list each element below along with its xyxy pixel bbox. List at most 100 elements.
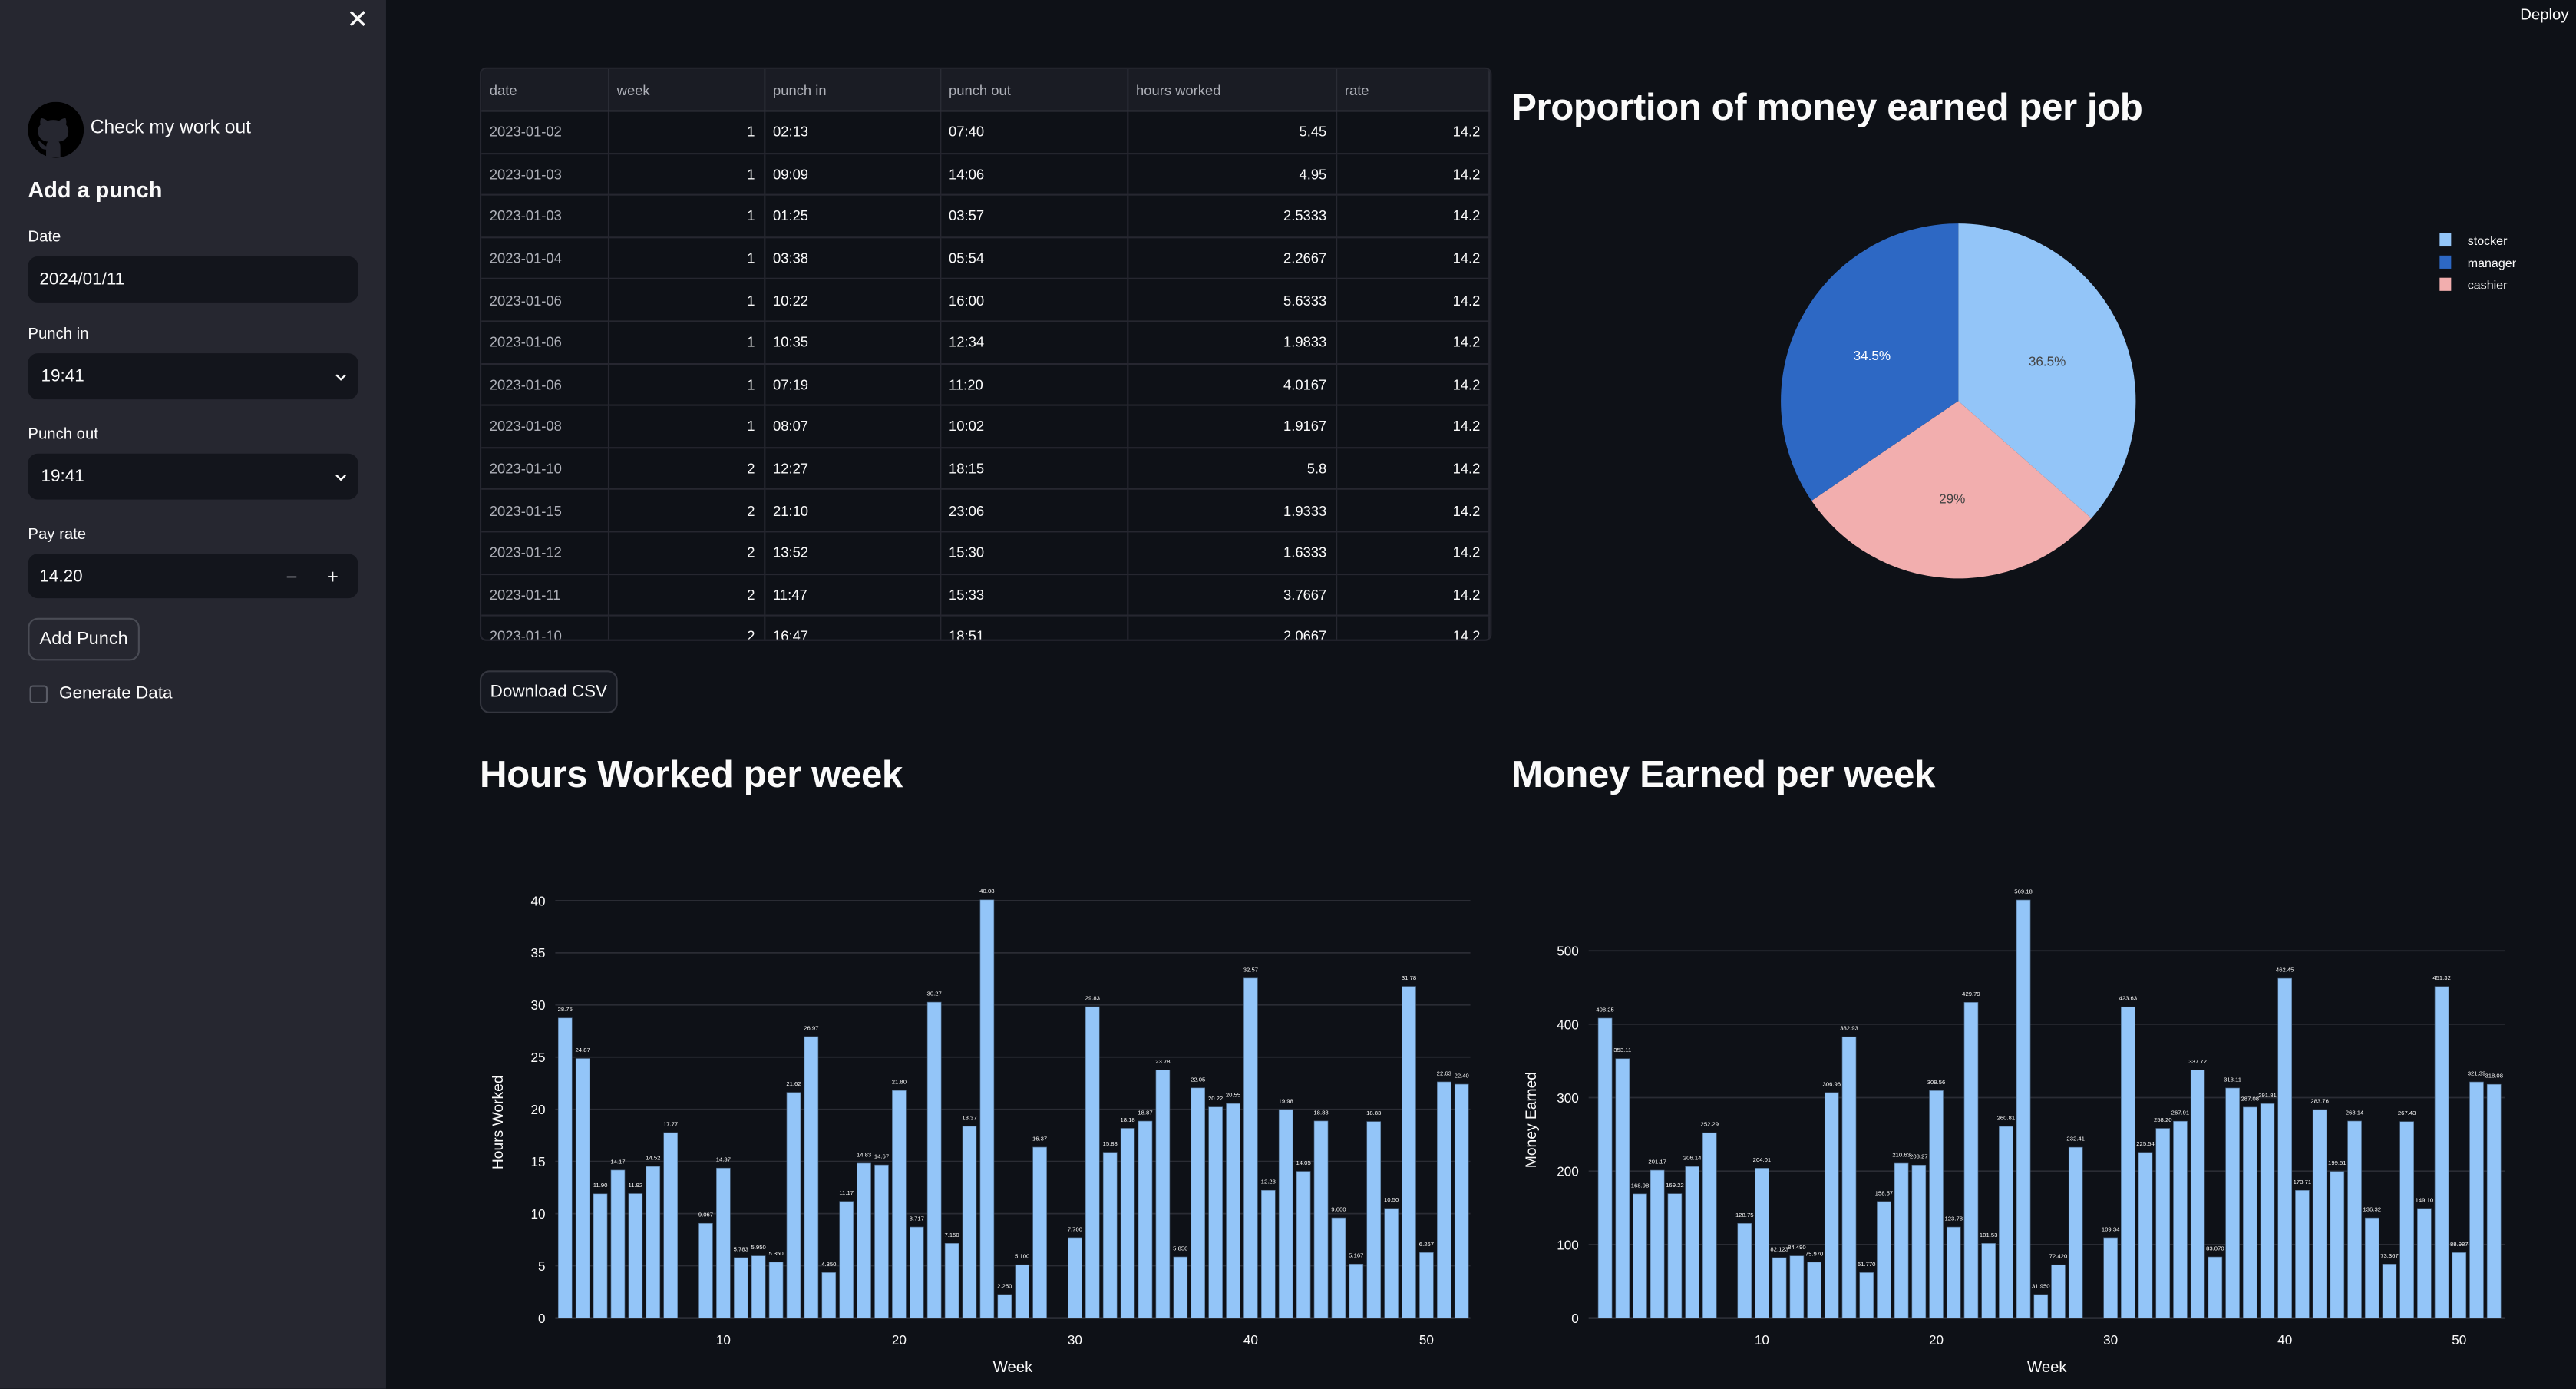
- cell-week[interactable]: 1: [607, 363, 765, 406]
- bar-week-34[interactable]: [2173, 1120, 2188, 1318]
- cell-week[interactable]: 2: [607, 447, 765, 491]
- bar-week-41[interactable]: [2295, 1190, 2310, 1318]
- bar-week-9[interactable]: [1737, 1223, 1752, 1318]
- bar-week-20[interactable]: [1929, 1090, 1944, 1318]
- cell-rate[interactable]: 14.2: [1336, 195, 1491, 238]
- cell-week[interactable]: 2: [607, 615, 765, 640]
- cell-rate[interactable]: 14.2: [1336, 236, 1491, 280]
- bar-week-52[interactable]: [1454, 1083, 1469, 1318]
- bar-week-32[interactable]: [2138, 1152, 2153, 1318]
- column-header-hours-worked[interactable]: hours worked: [1127, 68, 1337, 112]
- cell-punch-out[interactable]: 03:57: [940, 195, 1128, 238]
- bar-week-19[interactable]: [1911, 1164, 1927, 1318]
- bar-week-42[interactable]: [2312, 1109, 2327, 1318]
- bar-week-49[interactable]: [1402, 986, 1416, 1318]
- cell-hours-worked[interactable]: 1.9167: [1127, 405, 1337, 448]
- bar-week-21[interactable]: [909, 1226, 924, 1318]
- bar-week-33[interactable]: [1120, 1128, 1135, 1318]
- bar-week-39[interactable]: [1226, 1103, 1240, 1318]
- cell-hours-worked[interactable]: 5.8: [1127, 447, 1337, 491]
- bar-week-13[interactable]: [1807, 1262, 1821, 1318]
- cell-hours-worked[interactable]: 2.2667: [1127, 236, 1337, 280]
- bar-week-43[interactable]: [2330, 1171, 2345, 1318]
- bar-week-47[interactable]: [2399, 1121, 2414, 1318]
- bar-week-12[interactable]: [751, 1255, 766, 1318]
- cell-date[interactable]: 2023-01-02: [481, 111, 609, 154]
- cell-date[interactable]: 2023-01-03: [481, 195, 609, 238]
- bar-week-47[interactable]: [1366, 1121, 1382, 1318]
- bar-week-14[interactable]: [786, 1092, 801, 1318]
- increment-button[interactable]: +: [327, 564, 339, 587]
- bar-week-13[interactable]: [768, 1262, 784, 1318]
- cell-punch-in[interactable]: 08:07: [764, 405, 941, 448]
- cell-date[interactable]: 2023-01-03: [481, 153, 609, 197]
- cell-punch-out[interactable]: 11:20: [940, 363, 1128, 406]
- bar-week-11[interactable]: [1772, 1257, 1787, 1318]
- bar-week-26[interactable]: [997, 1294, 1012, 1318]
- generate-data-label[interactable]: Generate Data: [59, 683, 172, 703]
- bar-week-17[interactable]: [1877, 1201, 1891, 1318]
- bar-week-9[interactable]: [698, 1222, 713, 1318]
- pay-rate-input[interactable]: 14.20 − +: [28, 554, 358, 599]
- bar-week-25[interactable]: [979, 899, 995, 1318]
- bar-week-7[interactable]: [1702, 1132, 1717, 1318]
- bar-week-38[interactable]: [2242, 1106, 2257, 1318]
- bar-week-35[interactable]: [2190, 1070, 2205, 1318]
- cell-punch-in[interactable]: 09:09: [764, 153, 941, 197]
- bar-week-48[interactable]: [1384, 1208, 1399, 1318]
- bar-week-42[interactable]: [1278, 1109, 1293, 1318]
- cell-date[interactable]: 2023-01-15: [481, 489, 609, 533]
- cell-punch-out[interactable]: 15:33: [940, 574, 1128, 617]
- cell-punch-in[interactable]: 03:38: [764, 236, 941, 280]
- bar-week-36[interactable]: [2208, 1256, 2223, 1318]
- cell-punch-in[interactable]: 12:27: [764, 447, 941, 491]
- cell-date[interactable]: 2023-01-06: [481, 279, 609, 322]
- bar-week-46[interactable]: [2382, 1264, 2397, 1318]
- bar-week-23[interactable]: [944, 1243, 959, 1318]
- column-header-punch-in[interactable]: punch in: [764, 68, 941, 112]
- bar-week-15[interactable]: [804, 1036, 819, 1318]
- bar-week-10[interactable]: [716, 1167, 731, 1318]
- cell-punch-out[interactable]: 05:54: [940, 236, 1128, 280]
- generate-data-checkbox[interactable]: [29, 685, 48, 704]
- cell-punch-out[interactable]: 16:00: [940, 279, 1128, 322]
- cell-rate[interactable]: 14.2: [1336, 447, 1491, 491]
- bar-week-45[interactable]: [2364, 1217, 2379, 1318]
- legend-label-cashier[interactable]: cashier: [2468, 279, 2508, 293]
- bar-week-22[interactable]: [926, 1001, 942, 1318]
- table-row[interactable]: 2023-01-03 1 09:09 14:06 4.95 14.2: [481, 153, 1491, 197]
- cell-date[interactable]: 2023-01-10: [481, 615, 609, 640]
- bar-week-24[interactable]: [1999, 1126, 2013, 1318]
- cell-week[interactable]: 1: [607, 153, 765, 197]
- bar-week-6[interactable]: [1685, 1166, 1699, 1318]
- legend-label-stocker[interactable]: stocker: [2468, 234, 2508, 248]
- legend-label-manager[interactable]: manager: [2468, 256, 2517, 270]
- cell-punch-out[interactable]: 23:06: [940, 489, 1128, 533]
- bar-week-30[interactable]: [1068, 1237, 1082, 1318]
- bar-week-33[interactable]: [2155, 1128, 2171, 1318]
- cell-week[interactable]: 2: [607, 574, 765, 617]
- bar-week-1[interactable]: [1597, 1017, 1613, 1318]
- bar-week-38[interactable]: [1208, 1106, 1223, 1318]
- cell-date[interactable]: 2023-01-08: [481, 405, 609, 448]
- bar-week-14[interactable]: [1824, 1092, 1839, 1318]
- cell-punch-in[interactable]: 21:10: [764, 489, 941, 533]
- bar-week-6[interactable]: [646, 1166, 661, 1318]
- bar-week-4[interactable]: [1650, 1169, 1665, 1318]
- cell-date[interactable]: 2023-01-12: [481, 531, 609, 575]
- table-row[interactable]: 2023-01-06 1 07:19 11:20 4.0167 14.2: [481, 363, 1491, 406]
- bar-week-7[interactable]: [663, 1132, 678, 1318]
- cell-hours-worked[interactable]: 1.9333: [1127, 489, 1337, 533]
- column-header-date[interactable]: date: [481, 68, 609, 112]
- cell-hours-worked[interactable]: 5.45: [1127, 111, 1337, 154]
- bar-week-3[interactable]: [1633, 1193, 1647, 1318]
- bar-week-18[interactable]: [857, 1162, 871, 1318]
- cell-hours-worked[interactable]: 1.9833: [1127, 321, 1337, 365]
- bar-week-44[interactable]: [1313, 1120, 1329, 1318]
- cell-week[interactable]: 1: [607, 279, 765, 322]
- cell-punch-out[interactable]: 15:30: [940, 531, 1128, 575]
- cell-rate[interactable]: 14.2: [1336, 405, 1491, 448]
- bar-week-17[interactable]: [839, 1201, 854, 1318]
- table-row[interactable]: 2023-01-04 1 03:38 05:54 2.2667 14.2: [481, 236, 1491, 280]
- table-row[interactable]: 2023-01-06 1 10:22 16:00 5.6333 14.2: [481, 279, 1491, 322]
